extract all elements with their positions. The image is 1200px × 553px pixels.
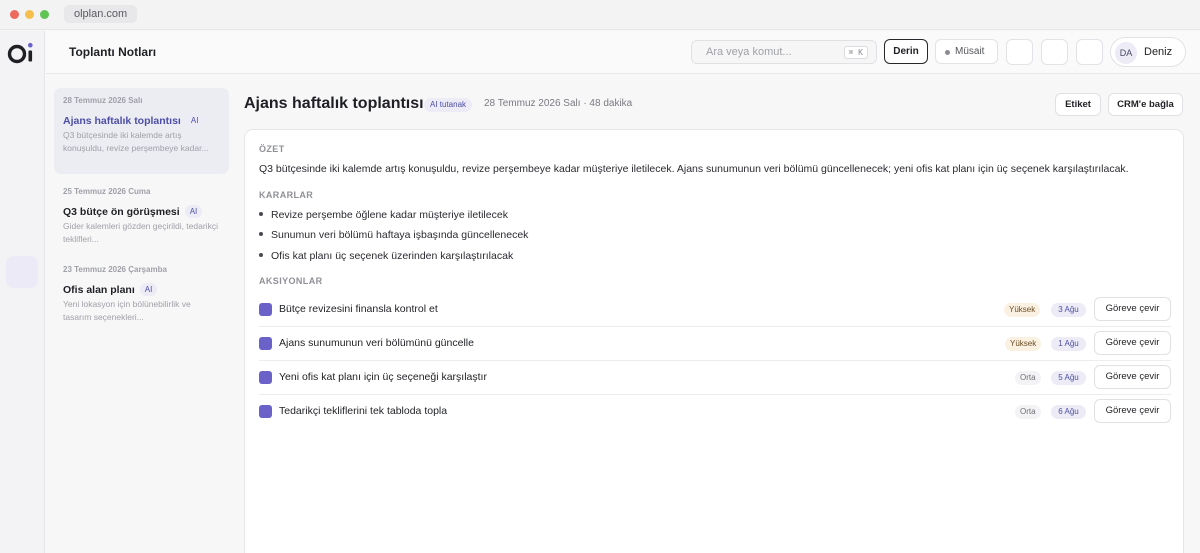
search-input[interactable] bbox=[692, 41, 832, 63]
priority-badge: Yüksek bbox=[1004, 303, 1041, 317]
decision-item: Sunumun veri bölümü haftaya işbaşında gü… bbox=[259, 229, 528, 241]
meeting-notes-card: ÖZET Q3 bütçesinde iki kalemde artış kon… bbox=[244, 129, 1184, 553]
availability-status-button[interactable]: Müsait bbox=[935, 39, 998, 64]
bullet-icon bbox=[259, 253, 263, 257]
search-box[interactable]: ⌘ K bbox=[691, 40, 877, 64]
action-text: Bütçe revizesini finansla kontrol et bbox=[279, 303, 438, 315]
due-date-badge: 6 Ağu bbox=[1051, 405, 1086, 419]
ai-badge: AI bbox=[185, 114, 204, 127]
meeting-date: 28 Temmuz 2026 Salı bbox=[63, 96, 143, 105]
priority-badge: Orta bbox=[1015, 405, 1041, 419]
meeting-title: Q3 bütçe ön görüşmesi bbox=[63, 206, 180, 218]
page-title: Toplantı Notları bbox=[69, 45, 157, 59]
meeting-list-item[interactable]: 25 Temmuz 2026 Cuma Q3 bütçe ön görüşmes… bbox=[54, 179, 229, 249]
toolbar-icon-button-3[interactable] bbox=[1076, 39, 1103, 65]
ai-badge: AI bbox=[184, 205, 203, 218]
priority-badge: Orta bbox=[1015, 371, 1041, 385]
deep-mode-button[interactable]: Derin bbox=[884, 39, 928, 64]
toolbar-icon-button-2[interactable] bbox=[1041, 39, 1068, 65]
search-shortcut-hint: ⌘ K bbox=[843, 46, 868, 59]
avatar: DA bbox=[1115, 42, 1137, 64]
meeting-title: Ofis alan planı bbox=[63, 284, 135, 296]
meeting-detail-title: Ajans haftalık toplantısı bbox=[244, 95, 424, 112]
window-maximize-button[interactable] bbox=[40, 10, 49, 19]
browser-chrome: olplan.com bbox=[0, 0, 1200, 30]
action-checkbox[interactable] bbox=[259, 371, 272, 384]
status-dot-icon bbox=[945, 50, 950, 55]
window-close-button[interactable] bbox=[10, 10, 19, 19]
ai-transcript-badge: AI tutanak bbox=[424, 98, 473, 112]
app-rail bbox=[0, 31, 45, 553]
summary-label: ÖZET bbox=[259, 144, 285, 154]
decision-item: Ofis kat planı üç seçenek üzerinden karş… bbox=[259, 250, 513, 262]
meeting-list-item[interactable]: 23 Temmuz 2026 Çarşamba Ofis alan planı A… bbox=[54, 257, 229, 327]
action-text: Yeni ofis kat planı için üç seçeneği kar… bbox=[279, 371, 487, 383]
address-bar[interactable]: olplan.com bbox=[64, 5, 138, 23]
user-menu-button[interactable]: DA Deniz bbox=[1110, 37, 1186, 67]
convert-to-task-button[interactable]: Göreve çevir bbox=[1094, 365, 1171, 389]
meeting-list: 28 Temmuz 2026 Salı Ajans haftalık topla… bbox=[46, 75, 244, 553]
action-checkbox[interactable] bbox=[259, 337, 272, 350]
action-checkbox[interactable] bbox=[259, 405, 272, 418]
meeting-title: Ajans haftalık toplantısı bbox=[63, 115, 181, 127]
app-logo[interactable] bbox=[7, 41, 39, 65]
top-bar: Toplantı Notları ⌘ K Derin Müsait DA Den… bbox=[46, 31, 1200, 74]
convert-to-task-button[interactable]: Göreve çevir bbox=[1094, 297, 1171, 321]
convert-to-task-button[interactable]: Göreve çevir bbox=[1094, 331, 1171, 355]
bullet-icon bbox=[259, 232, 263, 236]
convert-to-task-button[interactable]: Göreve çevir bbox=[1094, 399, 1171, 423]
decisions-label: KARARLAR bbox=[259, 190, 314, 200]
decision-text: Sunumun veri bölümü haftaya işbaşında gü… bbox=[271, 229, 529, 241]
action-row: Bütçe revizesini finansla kontrol et Yük… bbox=[259, 293, 1171, 327]
action-text: Ajans sunumunun veri bölümünü güncelle bbox=[279, 337, 474, 349]
meeting-header: Ajans haftalık toplantısı AI tutanak 28 … bbox=[244, 75, 1200, 125]
decision-item: Revize perşembe öğlene kadar müşteriye i… bbox=[259, 209, 508, 221]
summary-text: Q3 bütçesinde iki kalemde artış konuşuld… bbox=[259, 163, 1129, 175]
ai-badge: AI bbox=[139, 283, 158, 296]
bullet-icon bbox=[259, 212, 263, 216]
window-minimize-button[interactable] bbox=[25, 10, 34, 19]
meeting-date: 23 Temmuz 2026 Çarşamba bbox=[63, 265, 167, 274]
meeting-snippet: Q3 bütçesinde iki kalemde artış konuşuld… bbox=[63, 130, 209, 153]
due-date-badge: 5 Ağu bbox=[1051, 371, 1086, 385]
tag-button[interactable]: Etiket bbox=[1055, 93, 1101, 116]
decision-text: Ofis kat planı üç seçenek üzerinden karş… bbox=[271, 250, 514, 262]
action-row: Yeni ofis kat planı için üç seçeneği kar… bbox=[259, 361, 1171, 395]
toolbar-icon-button-1[interactable] bbox=[1006, 39, 1033, 65]
meeting-list-item-active[interactable]: 28 Temmuz 2026 Salı Ajans haftalık topla… bbox=[54, 88, 229, 174]
action-text: Tedarikçi tekliflerini tek tabloda topla bbox=[279, 405, 448, 417]
action-checkbox[interactable] bbox=[259, 303, 272, 316]
meeting-meta: 28 Temmuz 2026 Salı · 48 dakika bbox=[484, 98, 633, 109]
actions-label: AKSIYONLAR bbox=[259, 276, 323, 286]
due-date-badge: 1 Ağu bbox=[1051, 337, 1086, 351]
user-name: Deniz bbox=[1144, 46, 1173, 58]
status-label: Müsait bbox=[955, 46, 985, 57]
meeting-date: 25 Temmuz 2026 Cuma bbox=[63, 187, 151, 196]
action-row: Tedarikçi tekliflerini tek tabloda topla… bbox=[259, 395, 1171, 429]
rail-nav-item[interactable] bbox=[6, 256, 38, 288]
decision-text: Revize perşembe öğlene kadar müşteriye i… bbox=[271, 209, 508, 221]
due-date-badge: 3 Ağu bbox=[1051, 303, 1086, 317]
priority-badge: Yüksek bbox=[1005, 337, 1042, 351]
crm-link-button[interactable]: CRM'e bağla bbox=[1108, 93, 1183, 116]
meeting-snippet: Gider kalemleri gözden geçirildi, tedari… bbox=[63, 221, 218, 244]
action-row: Ajans sunumunun veri bölümünü güncelle Y… bbox=[259, 327, 1171, 361]
meeting-snippet: Yeni lokasyon için bölünebilirlik ve tas… bbox=[63, 299, 191, 322]
